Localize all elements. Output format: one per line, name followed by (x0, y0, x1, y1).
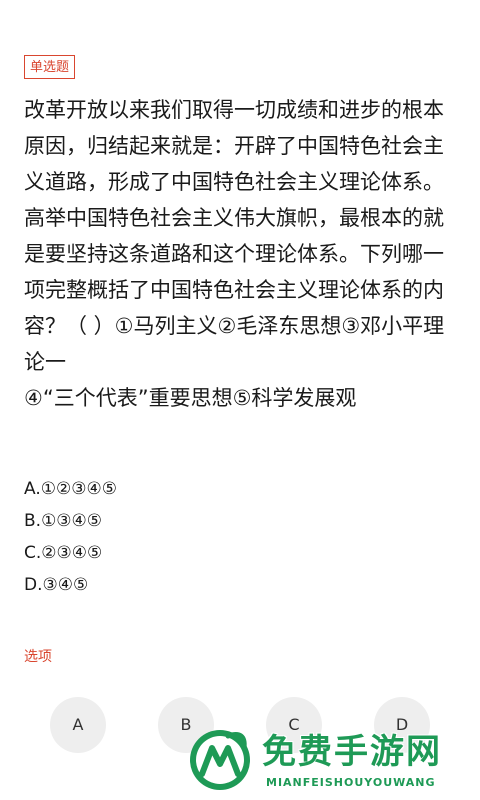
site-logo-icon (190, 730, 250, 790)
answer-section-label: 选项 (24, 649, 52, 665)
options-list: A.①②③④⑤ B.①③④⑤ C.②③④⑤ D.③④⑤ (24, 473, 424, 601)
option-a[interactable]: A.①②③④⑤ (24, 473, 424, 505)
site-watermark: 免费手游网 MIANFEISHOUYOUWANG (180, 726, 480, 800)
option-c[interactable]: C.②③④⑤ (24, 537, 424, 569)
option-b[interactable]: B.①③④⑤ (24, 505, 424, 537)
answer-button-a[interactable]: A (50, 697, 106, 753)
question-type-tag: 单选题 (24, 55, 76, 79)
question-text: 改革开放以来我们取得一切成绩和进步的根本原因，归结起来就是：开辟了中国特色社会主… (24, 98, 445, 410)
option-d[interactable]: D.③④⑤ (24, 569, 424, 601)
watermark-title: 免费手游网 (262, 732, 442, 772)
watermark-subtitle: MIANFEISHOUYOUWANG (266, 776, 436, 789)
